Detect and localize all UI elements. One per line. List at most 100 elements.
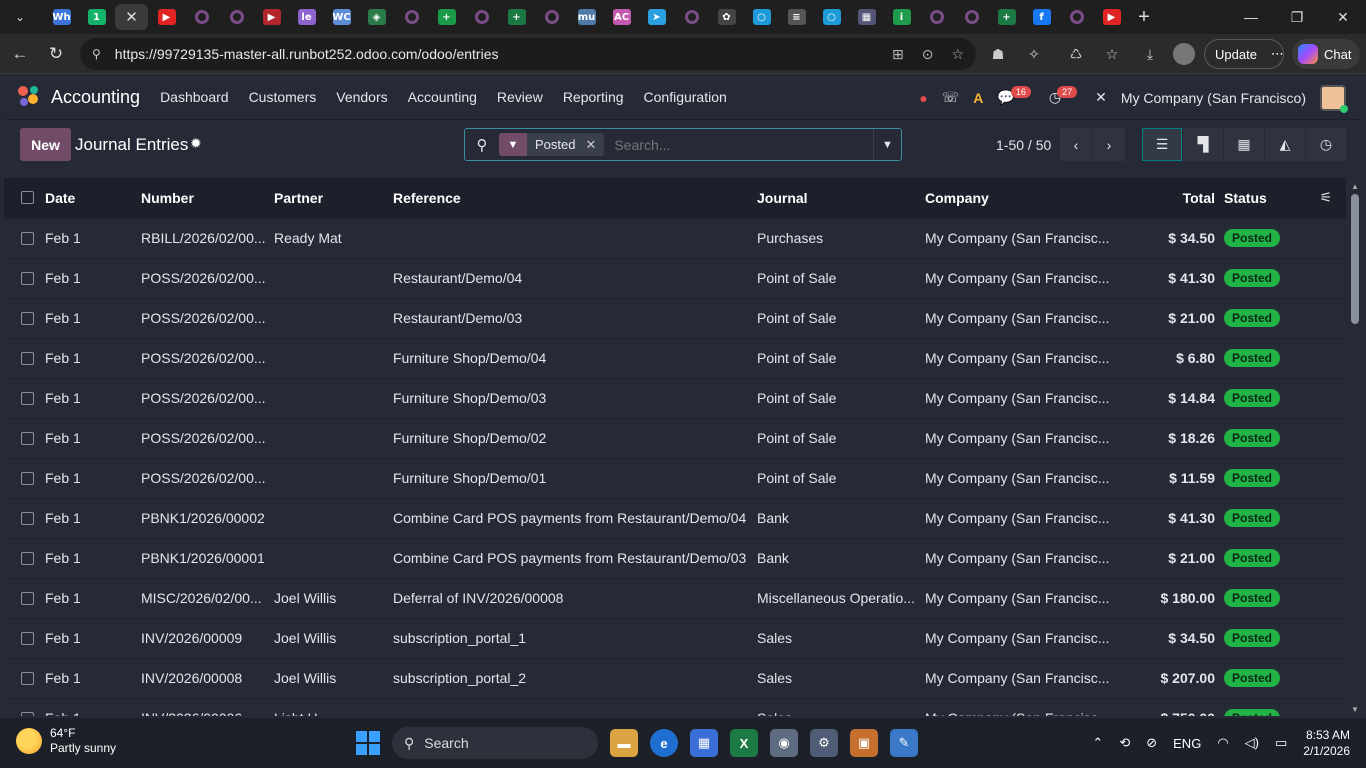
le-tab[interactable]: le [290, 4, 323, 30]
battery-icon[interactable]: ▭ [1275, 735, 1287, 751]
row-checkbox[interactable] [21, 471, 34, 485]
activities-icon[interactable]: ◷27 [1049, 86, 1081, 106]
row-checkbox[interactable] [21, 231, 34, 245]
facebook-tab[interactable]: f [1025, 4, 1058, 30]
pivot-view-icon[interactable]: ▦ [1224, 128, 1264, 161]
camera-icon[interactable]: ◉ [770, 729, 798, 757]
row-checkbox[interactable] [21, 591, 34, 605]
remove-facet-icon[interactable]: ✕ [585, 137, 604, 153]
extensions-puzzle-icon[interactable]: ✧ [1022, 42, 1046, 66]
table-row[interactable]: Feb 1 POSS/2026/02/00... Furniture Shop/De… [4, 337, 1346, 378]
tab-circle-4[interactable] [465, 4, 498, 30]
show-hidden-icons-icon[interactable]: ⌃ [1092, 735, 1103, 751]
clock[interactable]: 8:53 AM 2/1/2026 [1303, 727, 1350, 759]
active-tab[interactable]: ✕ [115, 4, 148, 30]
table-row[interactable]: Feb 1 POSS/2026/02/00... Furniture Shop/De… [4, 457, 1346, 498]
menu-item-vendors[interactable]: Vendors [336, 89, 387, 105]
row-checkbox[interactable] [21, 271, 34, 285]
sheets-tab-3[interactable]: + [990, 4, 1023, 30]
row-checkbox[interactable] [21, 711, 34, 716]
row-checkbox[interactable] [21, 551, 34, 565]
row-checkbox[interactable] [21, 311, 34, 325]
tab-circle-6[interactable] [675, 4, 708, 30]
menu-item-reporting[interactable]: Reporting [563, 89, 624, 105]
restore-icon[interactable]: ❐ [1274, 0, 1320, 34]
search-options-chevron-icon[interactable]: ▼ [873, 129, 901, 160]
photos-icon[interactable]: ▣ [850, 729, 878, 757]
wc-tab[interactable]: WC [325, 4, 358, 30]
search-icon[interactable]: ⚲ [465, 136, 499, 154]
table-row[interactable]: Feb 1 POSS/2026/02/00... Furniture Shop/De… [4, 417, 1346, 458]
edge-browser-icon[interactable]: e [650, 729, 678, 757]
menu-item-customers[interactable]: Customers [249, 89, 317, 105]
scroll-up-icon[interactable]: ▲ [1351, 182, 1359, 191]
store-icon[interactable]: ▦ [690, 729, 718, 757]
settings-icon[interactable]: ⚙ [810, 729, 838, 757]
accounting-app-icon[interactable] [18, 86, 40, 108]
scrollbar-thumb[interactable] [1351, 194, 1359, 324]
tab-circle-9[interactable] [1060, 4, 1093, 30]
column-number[interactable]: Number [141, 178, 274, 218]
back-icon[interactable]: ← [2, 38, 38, 70]
row-checkbox[interactable] [21, 351, 34, 365]
file-explorer-icon[interactable]: ▬ [610, 729, 638, 757]
minimize-icon[interactable]: — [1228, 0, 1274, 34]
profile-avatar[interactable] [1172, 42, 1196, 66]
sheets-tab-2[interactable]: + [500, 4, 533, 30]
search-input[interactable] [614, 136, 873, 153]
table-row[interactable]: Feb 1 MISC/2026/02/00... Joel Willis Deferr… [4, 577, 1346, 618]
table-row[interactable]: Feb 1 RBILL/2026/02/00... Ready Mat Purchas… [4, 217, 1346, 258]
tab-circle-5[interactable] [535, 4, 568, 30]
ac-tab[interactable]: AC [605, 4, 638, 30]
table-row[interactable]: Feb 1 PBNK1/2026/00002 Combine Card POS pa… [4, 497, 1346, 538]
more-icon[interactable]: ⋯ [1271, 46, 1284, 62]
user-avatar[interactable] [1320, 84, 1348, 113]
tab-circle-7[interactable] [920, 4, 953, 30]
tab-circle-1[interactable] [185, 4, 218, 30]
table-row[interactable]: Feb 1INV/2026/00006Lisbt H... SalesMy Com… [4, 697, 1346, 716]
messages-icon[interactable]: 💬16 [997, 86, 1034, 106]
wifi-icon[interactable]: ◠ [1217, 735, 1228, 751]
scroll-down-icon[interactable]: ▼ [1351, 705, 1359, 714]
table-row[interactable]: Feb 1 POSS/2026/02/00... Furniture Shop/De… [4, 377, 1346, 418]
doc-tab[interactable]: ≡ [780, 4, 813, 30]
sheets-tab[interactable]: + [430, 4, 463, 30]
menu-item-review[interactable]: Review [497, 89, 543, 105]
menu-item-configuration[interactable]: Configuration [644, 89, 727, 105]
grammarly-tab[interactable]: 1 [80, 4, 113, 30]
pager-next-icon[interactable]: › [1093, 128, 1125, 161]
extension-hat-icon[interactable]: ☗ [986, 42, 1010, 66]
tab-circle-3[interactable] [395, 4, 428, 30]
graph-view-icon[interactable]: ◭ [1265, 128, 1305, 161]
table-row[interactable]: Feb 1 PBNK1/2026/00001 Combine Card POS pa… [4, 537, 1346, 578]
blue-ring-tab-2[interactable]: ○ [815, 4, 848, 30]
more-page-icon[interactable]: ⊙ [922, 46, 934, 63]
column-status[interactable]: Status [1224, 178, 1306, 218]
list-scrollbar[interactable]: ▲ ▼ [1348, 178, 1362, 716]
company-switcher[interactable]: My Company (San Francisco) [1121, 90, 1306, 106]
list-view-icon[interactable]: ☰ [1142, 128, 1182, 161]
record-indicator-icon[interactable]: ● [919, 90, 927, 106]
table-row[interactable]: Feb 1 INV/2026/00008 Joel Willis subscripti… [4, 657, 1346, 698]
column-partner[interactable]: Partner [274, 178, 393, 218]
kanban-view-icon[interactable]: ▜ [1183, 128, 1223, 161]
menu-item-dashboard[interactable]: Dashboard [160, 89, 229, 105]
whatsapp-tab[interactable]: Wh [45, 4, 78, 30]
optional-columns-icon[interactable]: ⚟ [1306, 178, 1346, 218]
youtube-tab-2[interactable]: ▶ [255, 4, 288, 30]
phone-icon[interactable]: ☏ [942, 89, 960, 106]
telegram-tab[interactable]: ➤ [640, 4, 673, 30]
green-tab[interactable]: i [885, 4, 918, 30]
close-tab-icon[interactable]: ✕ [125, 8, 138, 26]
column-company[interactable]: Company [925, 178, 1123, 218]
app-available-icon[interactable]: ⊞ [892, 46, 904, 63]
blue-ring-tab[interactable]: ○ [745, 4, 778, 30]
column-reference[interactable]: Reference [393, 178, 757, 218]
language-indicator[interactable]: ENG [1173, 736, 1201, 751]
address-bar[interactable]: ⚲ https://99729135-master-all.runbot252.… [80, 38, 976, 70]
update-button[interactable]: Update ⋯ [1204, 39, 1284, 69]
tools-icon[interactable]: ✕ [1095, 89, 1107, 106]
favorites-icon[interactable]: ☆ [1100, 42, 1124, 66]
row-checkbox[interactable] [21, 391, 34, 405]
snipping-tool-icon[interactable]: ✎ [890, 729, 918, 757]
